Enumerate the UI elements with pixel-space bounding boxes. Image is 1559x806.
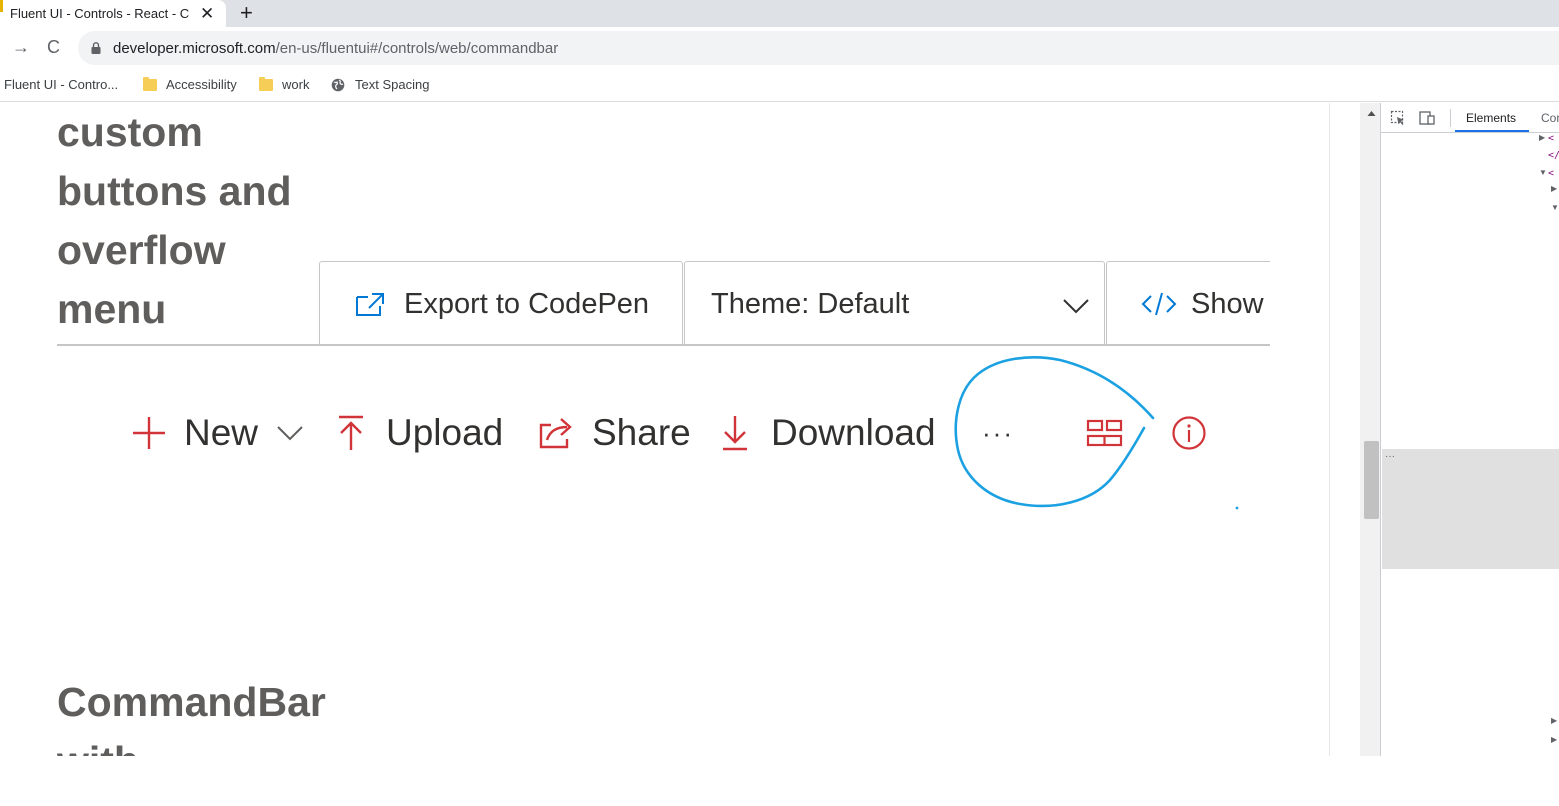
devtools-separator xyxy=(1450,109,1451,127)
browser-tabstrip: Fluent UI - Controls - React - C ✕ + xyxy=(0,0,1559,27)
forward-arrow-icon[interactable]: → xyxy=(12,37,30,57)
browser-tab-title: Fluent UI - Controls - React - C xyxy=(10,6,190,21)
annotation-circle xyxy=(954,356,1155,508)
new-button[interactable]: New xyxy=(130,388,304,478)
bottom-strip xyxy=(0,756,1559,806)
address-bar[interactable]: developer.microsoft.com/en-us/fluentui#/… xyxy=(78,31,1559,65)
expand-arrow-icon[interactable]: ▶ xyxy=(1551,735,1557,744)
reload-icon[interactable]: C xyxy=(47,37,60,57)
url-path: /en-us/fluentui#/controls/web/commandbar xyxy=(275,40,559,57)
dom-node[interactable]: </ xyxy=(1548,150,1559,161)
scrollbar-thumb[interactable] xyxy=(1364,441,1379,519)
page-scrollbar[interactable] xyxy=(1360,103,1380,756)
export-codepen-button[interactable]: Export to CodePen xyxy=(319,261,683,346)
dom-node[interactable]: < xyxy=(1548,133,1554,144)
export-codepen-label: Export to CodePen xyxy=(404,287,650,320)
bookmark-label: Accessibility xyxy=(166,77,237,92)
selected-dom-node[interactable] xyxy=(1382,449,1559,569)
share-button[interactable]: Share xyxy=(537,388,691,478)
external-link-icon xyxy=(356,293,384,316)
url-text: developer.microsoft.com/en-us/fluentui#/… xyxy=(113,40,558,57)
devtools-toolbar: Elements Cor xyxy=(1381,103,1559,133)
upload-button[interactable]: Upload xyxy=(336,388,503,478)
expand-arrow-icon[interactable]: ▶ xyxy=(1551,184,1557,193)
bookmark-work[interactable]: work xyxy=(259,76,310,92)
add-icon xyxy=(133,417,165,449)
more-icon[interactable]: ··· xyxy=(1385,451,1395,462)
collapse-arrow-icon[interactable]: ▼ xyxy=(1539,168,1547,177)
show-code-label: Show xyxy=(1191,287,1264,320)
upload-icon xyxy=(339,415,363,450)
bookmark-label: Text Spacing xyxy=(355,77,430,92)
download-label: Download xyxy=(771,412,936,453)
tab-console[interactable]: Cor xyxy=(1541,111,1559,125)
device-toolbar-icon[interactable] xyxy=(1419,110,1435,126)
section-title-line: with xyxy=(57,732,357,756)
code-icon xyxy=(1141,292,1177,316)
section-title-line: CommandBar xyxy=(57,679,326,725)
show-code-button[interactable]: Show xyxy=(1106,261,1270,346)
devtools-panel: Elements Cor ▶ < </ ▼ < ▶ ▼ ··· ▶ ▶ xyxy=(1380,103,1559,756)
bookmarks-bar: Fluent UI - Contro... Accessibility work… xyxy=(0,68,1559,102)
chevron-down-icon xyxy=(277,426,303,441)
page-border xyxy=(1329,103,1330,756)
browser-toolbar: → C developer.microsoft.com/en-us/fluent… xyxy=(0,27,1559,68)
download-button[interactable]: Download xyxy=(720,388,936,478)
section-title-line: menu xyxy=(57,286,167,332)
close-tab-icon[interactable]: ✕ xyxy=(200,0,214,27)
folder-icon xyxy=(259,76,273,91)
scroll-up-arrow-icon[interactable] xyxy=(1367,110,1376,117)
bookmark-fluent-ui[interactable]: Fluent UI - Contro... xyxy=(4,77,118,92)
new-tab-icon[interactable]: + xyxy=(240,0,253,25)
expand-arrow-icon[interactable]: ▶ xyxy=(1539,133,1545,142)
bookmark-text-spacing[interactable]: Text Spacing xyxy=(331,77,429,92)
next-section-title: CommandBar with xyxy=(57,673,357,756)
download-icon xyxy=(723,416,747,451)
section-title-line: buttons and xyxy=(57,168,292,214)
new-label: New xyxy=(184,412,259,453)
url-host: developer.microsoft.com xyxy=(113,40,276,57)
share-icon xyxy=(539,418,572,449)
bookmark-label: Fluent UI - Contro... xyxy=(4,77,119,92)
browser-tab[interactable]: Fluent UI - Controls - React - C ✕ xyxy=(0,0,226,27)
chevron-down-icon xyxy=(1063,299,1089,314)
info-button[interactable] xyxy=(1171,388,1207,478)
lock-icon xyxy=(91,42,101,54)
section-title: custom buttons and overflow menu xyxy=(57,103,317,339)
tab-elements[interactable]: Elements xyxy=(1466,111,1516,125)
theme-dropdown[interactable]: Theme: Default xyxy=(684,261,1105,346)
bookmark-accessibility[interactable]: Accessibility xyxy=(143,76,237,92)
inspect-element-icon[interactable] xyxy=(1390,110,1406,126)
folder-icon xyxy=(143,76,157,91)
globe-icon xyxy=(331,78,345,91)
share-label: Share xyxy=(592,412,691,453)
theme-dropdown-label: Theme: Default xyxy=(711,287,910,320)
section-title-line: custom xyxy=(57,109,203,155)
section-title-line: overflow xyxy=(57,227,226,273)
header-divider xyxy=(57,344,1270,346)
collapse-arrow-icon[interactable]: ▼ xyxy=(1551,203,1559,212)
dom-node[interactable]: < xyxy=(1548,168,1554,179)
expand-arrow-icon[interactable]: ▶ xyxy=(1551,716,1557,725)
annotation-dot xyxy=(1235,506,1239,510)
info-icon xyxy=(1172,416,1206,450)
bookmark-label: work xyxy=(282,77,310,92)
upload-label: Upload xyxy=(386,412,504,453)
active-tab-indicator xyxy=(1455,130,1529,132)
